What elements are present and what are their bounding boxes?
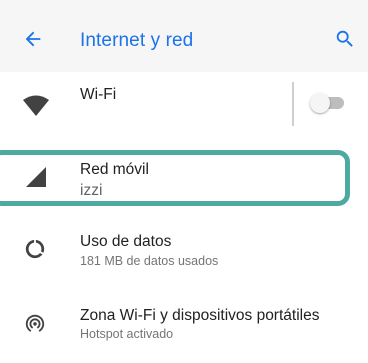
wifi-toggle[interactable] — [310, 91, 350, 115]
highlight-box — [0, 150, 350, 206]
page-title: Internet y red — [80, 30, 194, 51]
data-usage-label: Uso de datos — [80, 233, 172, 250]
toggle-thumb — [310, 93, 330, 113]
data-usage-summary: 181 MB de datos usados — [80, 254, 219, 268]
search-icon[interactable] — [334, 28, 356, 50]
list-item-hotspot[interactable]: Zona Wi-Fi y dispositivos portátiles Hot… — [0, 298, 368, 354]
wifi-label: Wi-Fi — [80, 86, 117, 103]
list-item-data-usage[interactable]: Uso de datos 181 MB de datos usados — [0, 226, 368, 280]
hotspot-label: Zona Wi-Fi y dispositivos portátiles — [80, 307, 320, 324]
arrow-back-icon[interactable] — [22, 28, 44, 50]
hotspot-status: Hotspot activado — [80, 327, 174, 341]
divider — [292, 82, 294, 126]
data-usage-icon — [25, 239, 45, 259]
app-bar: Internet y red — [0, 0, 368, 72]
hotspot-icon — [25, 314, 45, 332]
wifi-icon — [23, 95, 49, 116]
